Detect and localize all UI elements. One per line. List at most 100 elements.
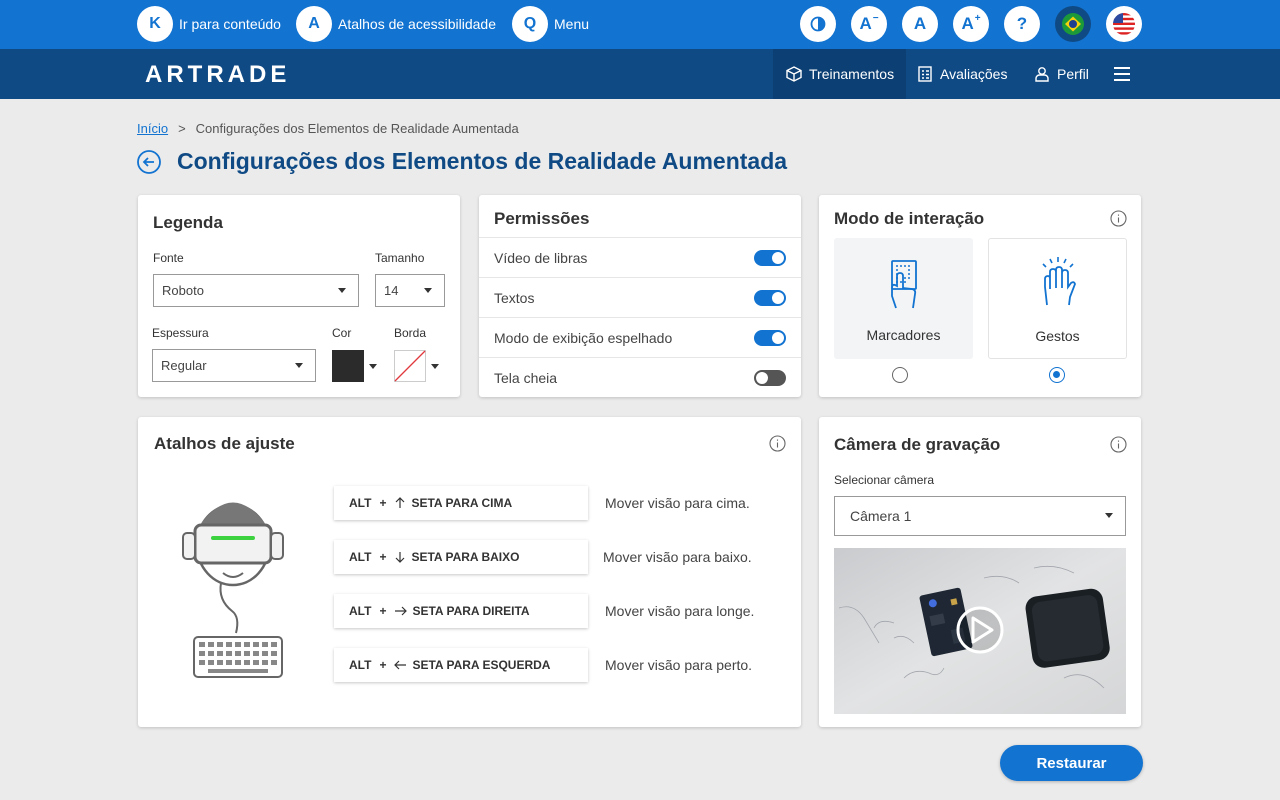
shortcut-key-down: ALT + SETA PARA BAIXO [334,540,588,574]
gestures-mode-option[interactable]: Gestos [988,238,1127,359]
permission-row: Modo de exibição espelhado [479,317,801,357]
breadcrumb-current: Configurações dos Elementos de Realidade… [195,121,519,136]
vr-headset-keyboard-illustration [182,502,284,678]
font-decrease-label: A [859,14,872,33]
shortcut-key-badge: K [137,6,173,42]
gestures-mode-label: Gestos [1035,328,1080,344]
usa-flag-icon [1113,13,1135,35]
gesture-hand-icon [1042,257,1076,306]
text-color-swatch[interactable] [332,350,364,382]
chevron-down-icon [424,287,432,293]
chevron-down-icon [295,362,303,368]
font-label: Fonte [153,251,184,265]
font-reset-label: A [913,14,927,33]
chevron-down-icon[interactable] [431,364,439,369]
weight-select[interactable]: Regular [152,349,316,382]
shortcut-description: Mover visão para baixo. [603,549,752,565]
brazil-flag-icon [1062,13,1084,35]
size-select-value: 14 [384,283,399,298]
accessibility-shortcuts-link[interactable]: A Atalhos de acessibilidade [296,6,496,42]
select-camera-label: Selecionar câmera [834,473,935,487]
nav-training[interactable]: Treinamentos [773,49,907,99]
mirrored-display-toggle[interactable] [754,330,786,346]
color-label: Cor [332,326,352,340]
breadcrumb: Início > Configurações dos Elementos de … [137,121,519,136]
texts-toggle[interactable] [754,290,786,306]
nav-assessments[interactable]: Avaliações [916,49,1007,99]
fullscreen-toggle[interactable] [754,370,786,386]
contrast-toggle-button[interactable] [800,6,836,42]
language-en-us-button[interactable] [1106,6,1142,42]
nav-profile[interactable]: Perfil [1033,49,1089,99]
help-label: ? [1016,14,1028,33]
shortcut-plus: + [379,496,387,510]
up-arrow-icon [396,497,405,508]
markers-mode-option[interactable]: Marcadores [834,238,973,359]
sign-language-video-toggle[interactable] [754,250,786,266]
weight-select-value: Regular [161,358,207,373]
permission-row: Vídeo de libras [479,237,801,277]
shortcut-key-up: ALT + SETA PARA CIMA [334,486,588,520]
info-icon[interactable] [1110,210,1127,227]
info-icon[interactable] [1110,436,1127,453]
chevron-down-icon[interactable] [369,364,377,369]
font-increase-button[interactable]: A + [953,6,989,42]
left-arrow-icon [394,660,407,670]
back-arrow-icon[interactable] [137,150,161,174]
permission-label: Vídeo de libras [494,249,588,266]
nav-training-label: Treinamentos [809,66,895,82]
chevron-down-icon [1105,513,1113,518]
camera-select-value: Câmera 1 [850,508,912,524]
skip-to-content-link[interactable]: K Ir para conteúdo [137,6,281,42]
shortcut-key-left: ALT + SETA PARA ESQUERDA [334,648,588,682]
interaction-mode-card: Modo de interação Marcadores Gestos [819,195,1141,397]
no-border-swatch[interactable] [394,350,426,382]
legend-title: Legenda [153,213,223,232]
font-decrease-button[interactable]: A − [851,6,887,42]
gestures-mode-radio[interactable] [1049,367,1065,383]
down-arrow-icon [396,552,405,563]
hamburger-menu-icon[interactable] [1112,64,1132,84]
help-button[interactable]: ? [1004,6,1040,42]
skip-link-label: Ir para conteúdo [179,16,281,32]
shortcut-plus: + [379,658,387,672]
font-increase-label: A [961,14,974,33]
artrade-logo[interactable]: ARTRADE [145,61,290,89]
font-select[interactable]: Roboto [153,274,359,307]
breadcrumb-home-link[interactable]: Início [137,121,168,136]
contrast-icon [810,16,826,32]
main-navbar: ARTRADE Treinamentos Avaliações Perfil [0,49,1280,99]
shortcut-key-name: SETA PARA CIMA [411,496,513,510]
permission-label: Modo de exibição espelhado [494,329,673,346]
camera-select[interactable]: Câmera 1 [834,496,1126,536]
shortcut-modifier: ALT [349,604,372,618]
chevron-down-icon [338,287,346,293]
language-pt-br-button[interactable] [1055,6,1091,42]
border-label: Borda [394,326,427,340]
shortcut-modifier: ALT [349,550,372,564]
font-reset-button[interactable]: A [902,6,938,42]
legend-card: Legenda Fonte Roboto Tamanho 14 Espessur… [138,195,460,397]
right-arrow-icon [395,606,408,616]
info-icon[interactable] [769,435,786,452]
permission-row: Textos [479,277,801,317]
shortcut-modifier: ALT [349,658,372,672]
size-select[interactable]: 14 [375,274,445,307]
font-select-value: Roboto [162,283,204,298]
camera-preview-video[interactable] [834,548,1126,714]
shortcut-key-name: SETA PARA BAIXO [411,550,520,564]
shortcut-plus: + [379,604,387,618]
shortcut-modifier: ALT [349,496,372,510]
restore-button[interactable]: Restaurar [1000,745,1143,781]
interaction-mode-title: Modo de interação [834,209,985,228]
shortcut-key-name: SETA PARA DIREITA [412,604,530,618]
markers-mode-radio[interactable] [892,367,908,383]
marker-hand-icon [891,260,917,309]
breadcrumb-separator: > [178,121,186,136]
shortcut-description: Mover visão para perto. [605,657,753,673]
shortcut-key-right: ALT + SETA PARA DIREITA [334,594,588,628]
skip-to-menu-link[interactable]: Q Menu [512,6,589,42]
camera-preview-image [834,548,1126,714]
nav-assessments-label: Avaliações [940,66,1008,82]
user-icon [1035,67,1049,82]
